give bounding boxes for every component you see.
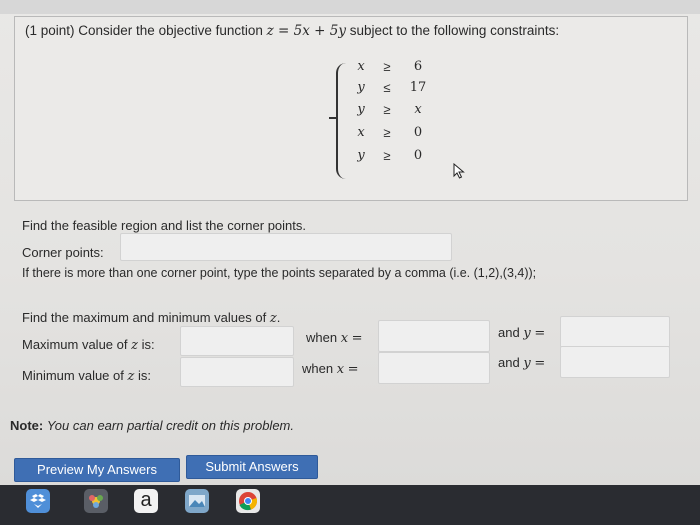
constraint-lhs: x (357, 125, 365, 140)
note-text: You can earn partial credit on this prob… (46, 418, 294, 433)
max-label-text: Maximum value of (22, 337, 128, 352)
x-var: x (336, 362, 345, 377)
equals-sign: = (347, 362, 359, 377)
extrema-instruction: Find the maximum and minimum values of z… (22, 310, 280, 326)
constraint-rhs: 17 (409, 80, 427, 95)
max-when-x-label: when x = (306, 330, 363, 346)
feasible-instruction: Find the feasible region and list the co… (22, 218, 307, 233)
constraint-lhs: y (357, 80, 365, 95)
constraint-operator: ≤ (383, 80, 391, 95)
constraint-operator: ≥ (383, 148, 391, 163)
extrema-instruction-period: . (276, 310, 281, 325)
constraint-rhs: x (414, 102, 422, 117)
max-y-input[interactable] (560, 316, 670, 348)
extrema-instruction-var: z (269, 311, 277, 326)
equals-sign: = (534, 326, 546, 341)
min-label-text: Minimum value of (22, 368, 124, 383)
amazon-icon[interactable]: a (134, 489, 158, 513)
corner-points-input[interactable] (120, 233, 452, 261)
note-label: Note: (10, 418, 44, 433)
corner-points-label: Corner points: (22, 245, 104, 260)
constraint-brace-tip (329, 117, 337, 119)
preview-answers-button[interactable]: Preview My Answers (14, 458, 180, 482)
macos-dock: a (0, 485, 700, 525)
when-text: when (302, 361, 334, 376)
constraint-operator: ≥ (383, 102, 391, 117)
min-and-y-label: and y = (498, 355, 545, 371)
corner-points-hint: If there is more than one corner point, … (22, 266, 537, 280)
max-label-suffix: is: (141, 337, 155, 352)
max-label-var: z (131, 338, 138, 353)
min-y-input[interactable] (560, 346, 670, 378)
constraint-rhs: 0 (413, 125, 423, 140)
min-label-suffix: is: (137, 368, 151, 383)
extrema-instruction-text: Find the maximum and minimum values of (22, 310, 267, 325)
preview-icon[interactable] (185, 489, 209, 513)
y-var: y (523, 356, 531, 371)
partial-credit-note: Note: You can earn partial credit on thi… (10, 418, 294, 433)
chrome-icon[interactable] (236, 489, 260, 513)
constraint-lhs: y (357, 148, 365, 163)
min-x-input[interactable] (378, 352, 490, 384)
mouse-pointer-icon (453, 163, 465, 179)
constraint-lhs: x (357, 59, 365, 74)
photos-icon[interactable] (84, 489, 108, 513)
constraint-rhs: 0 (413, 148, 423, 163)
x-var: x (340, 331, 349, 346)
submit-answers-button[interactable]: Submit Answers (186, 455, 318, 479)
min-label-var: z (127, 369, 135, 384)
constraint-lhs: y (357, 102, 365, 117)
equals-sign: = (534, 356, 546, 371)
dropbox-icon[interactable] (26, 489, 50, 513)
constraint-rhs: 6 (413, 59, 423, 74)
intro-suffix: subject to the following constraints: (349, 23, 560, 38)
min-value-input[interactable] (180, 357, 294, 387)
equals-sign: = (351, 331, 363, 346)
browser-top-edge (0, 0, 700, 14)
intro-prefix: (1 point) Consider the objective functio… (25, 23, 263, 38)
max-x-input[interactable] (378, 320, 490, 352)
webwork-page: (1 point) Consider the objective functio… (0, 0, 700, 485)
objective-function: z = 5x + 5y (266, 23, 346, 39)
problem-statement: (1 point) Consider the objective functio… (14, 16, 688, 201)
min-value-label: Minimum value of z is: (22, 368, 151, 384)
min-when-x-label: when x = (302, 361, 359, 377)
max-value-label: Maximum value of z is: (22, 337, 155, 353)
problem-intro: (1 point) Consider the objective functio… (25, 23, 559, 39)
max-value-input[interactable] (180, 326, 294, 356)
constraint-operator: ≥ (383, 59, 391, 74)
and-text: and (498, 325, 520, 340)
y-var: y (523, 326, 531, 341)
max-and-y-label: and y = (498, 325, 545, 341)
constraint-brace (336, 63, 348, 179)
and-text: and (498, 355, 520, 370)
constraint-operator: ≥ (383, 125, 391, 140)
when-text: when (306, 330, 338, 345)
